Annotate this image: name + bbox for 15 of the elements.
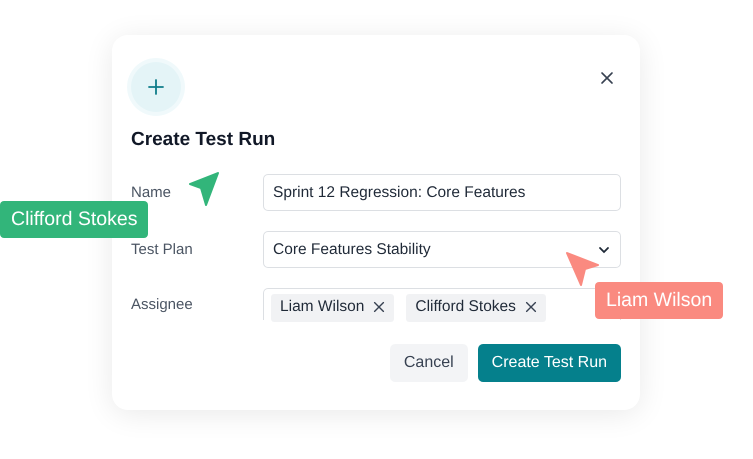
field-label: Name [131, 184, 172, 201]
plan-select[interactable]: Core Features Stability [263, 231, 621, 268]
remove-icon[interactable] [524, 300, 538, 314]
field-label: Assignee [131, 296, 194, 312]
user-cursor-label: Clifford Stokes [0, 201, 148, 238]
name-input[interactable]: Sprint 12 Regression: Core Features [263, 174, 621, 211]
remove-icon[interactable] [372, 300, 386, 314]
assignee-tag: Clifford Stokes [406, 294, 546, 322]
dialog-title: Create Test Run [131, 129, 276, 151]
field-label: Test Plan [131, 241, 194, 258]
user-cursor-label: Liam Wilson [595, 282, 724, 319]
plus-icon [147, 78, 165, 96]
create-button[interactable]: Create Test Run [478, 344, 621, 382]
cancel-button[interactable]: Cancel [390, 344, 468, 382]
assignee-tag: Liam Wilson [271, 294, 394, 322]
